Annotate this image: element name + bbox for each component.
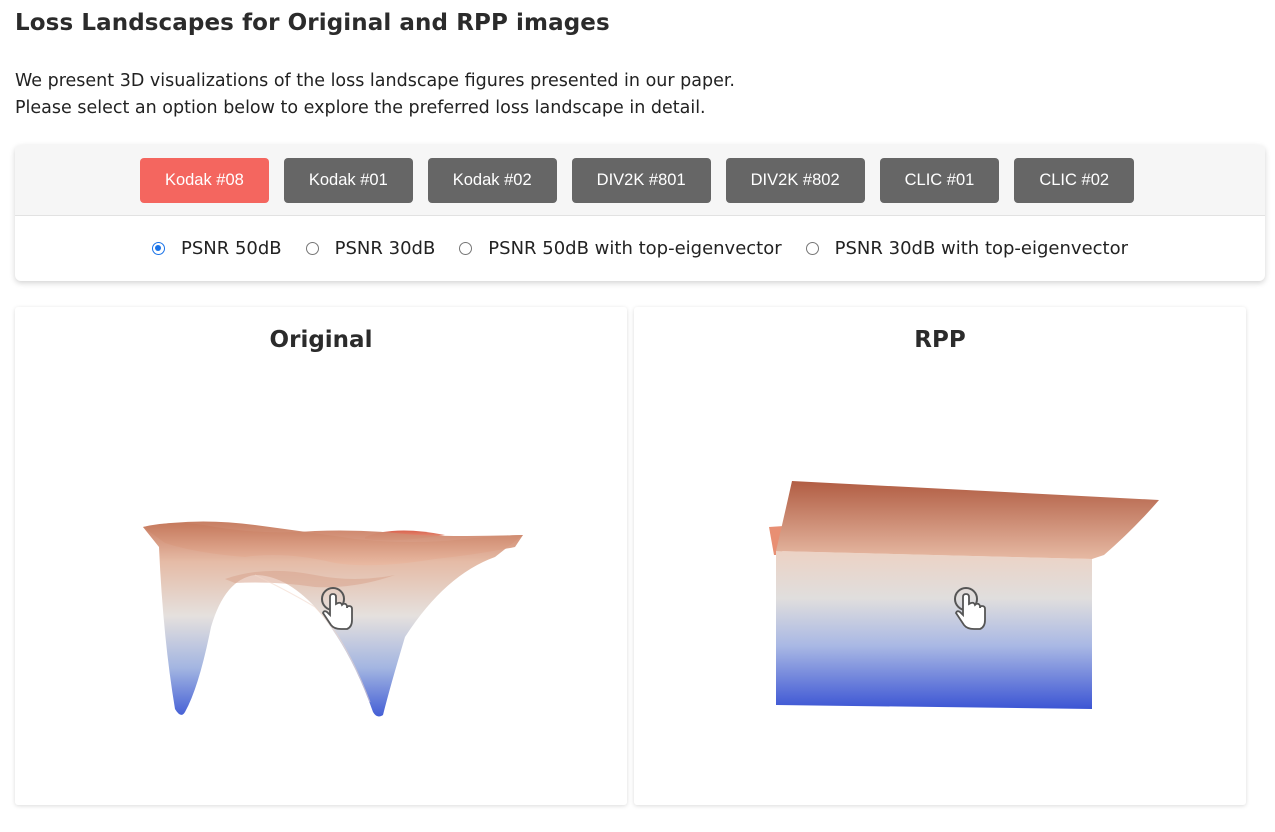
rpp-loss-surface-plot[interactable]: [634, 307, 1246, 805]
tab-clic-02[interactable]: CLIC #02: [1014, 157, 1135, 203]
intro-line-2: Please select an option below to explore…: [15, 98, 706, 118]
pointer-hand-icon: [321, 587, 353, 630]
page-title: Loss Landscapes for Original and RPP ima…: [15, 10, 610, 36]
tab-kodak-08[interactable]: Kodak #08: [139, 157, 269, 203]
option-label: PSNR 30dB with top-eigenvector: [834, 238, 1129, 259]
rpp-surface-front: [776, 551, 1092, 709]
original-landscape-card: Original: [15, 307, 627, 805]
rpp-surface-top: [776, 481, 1159, 559]
tab-clic-01[interactable]: CLIC #01: [879, 157, 1000, 203]
image-tab-bar: Kodak #08 Kodak #01 Kodak #02 DIV2K #801…: [15, 145, 1265, 216]
radio-psnr-50db[interactable]: [151, 242, 165, 255]
tab-div2k-801[interactable]: DIV2K #801: [571, 157, 711, 203]
intro-line-1: We present 3D visualizations of the loss…: [15, 71, 735, 91]
option-psnr-30db-eigen[interactable]: PSNR 30dB with top-eigenvector: [805, 238, 1129, 259]
psnr-option-group: PSNR 50dB PSNR 30dB PSNR 50dB with top-e…: [15, 216, 1265, 281]
option-psnr-30db[interactable]: PSNR 30dB: [305, 238, 436, 259]
radio-psnr-30db-eigen[interactable]: [805, 242, 819, 255]
option-psnr-50db-eigen[interactable]: PSNR 50dB with top-eigenvector: [459, 238, 782, 259]
rpp-landscape-card: RPP: [634, 307, 1246, 805]
intro-text: We present 3D visualizations of the loss…: [15, 68, 735, 122]
option-label: PSNR 50dB with top-eigenvector: [488, 238, 782, 259]
option-label: PSNR 50dB: [180, 238, 282, 259]
option-label: PSNR 30dB: [334, 238, 436, 259]
tab-kodak-02[interactable]: Kodak #02: [427, 157, 557, 203]
pointer-hand-icon: [954, 587, 986, 630]
radio-psnr-50db-eigen[interactable]: [459, 242, 473, 255]
tab-kodak-01[interactable]: Kodak #01: [283, 157, 413, 203]
tab-div2k-802[interactable]: DIV2K #802: [725, 157, 865, 203]
selector-panel: Kodak #08 Kodak #01 Kodak #02 DIV2K #801…: [15, 145, 1265, 281]
option-psnr-50db[interactable]: PSNR 50dB: [151, 238, 282, 259]
original-loss-surface-plot[interactable]: [15, 307, 627, 805]
radio-psnr-30db[interactable]: [305, 242, 319, 255]
